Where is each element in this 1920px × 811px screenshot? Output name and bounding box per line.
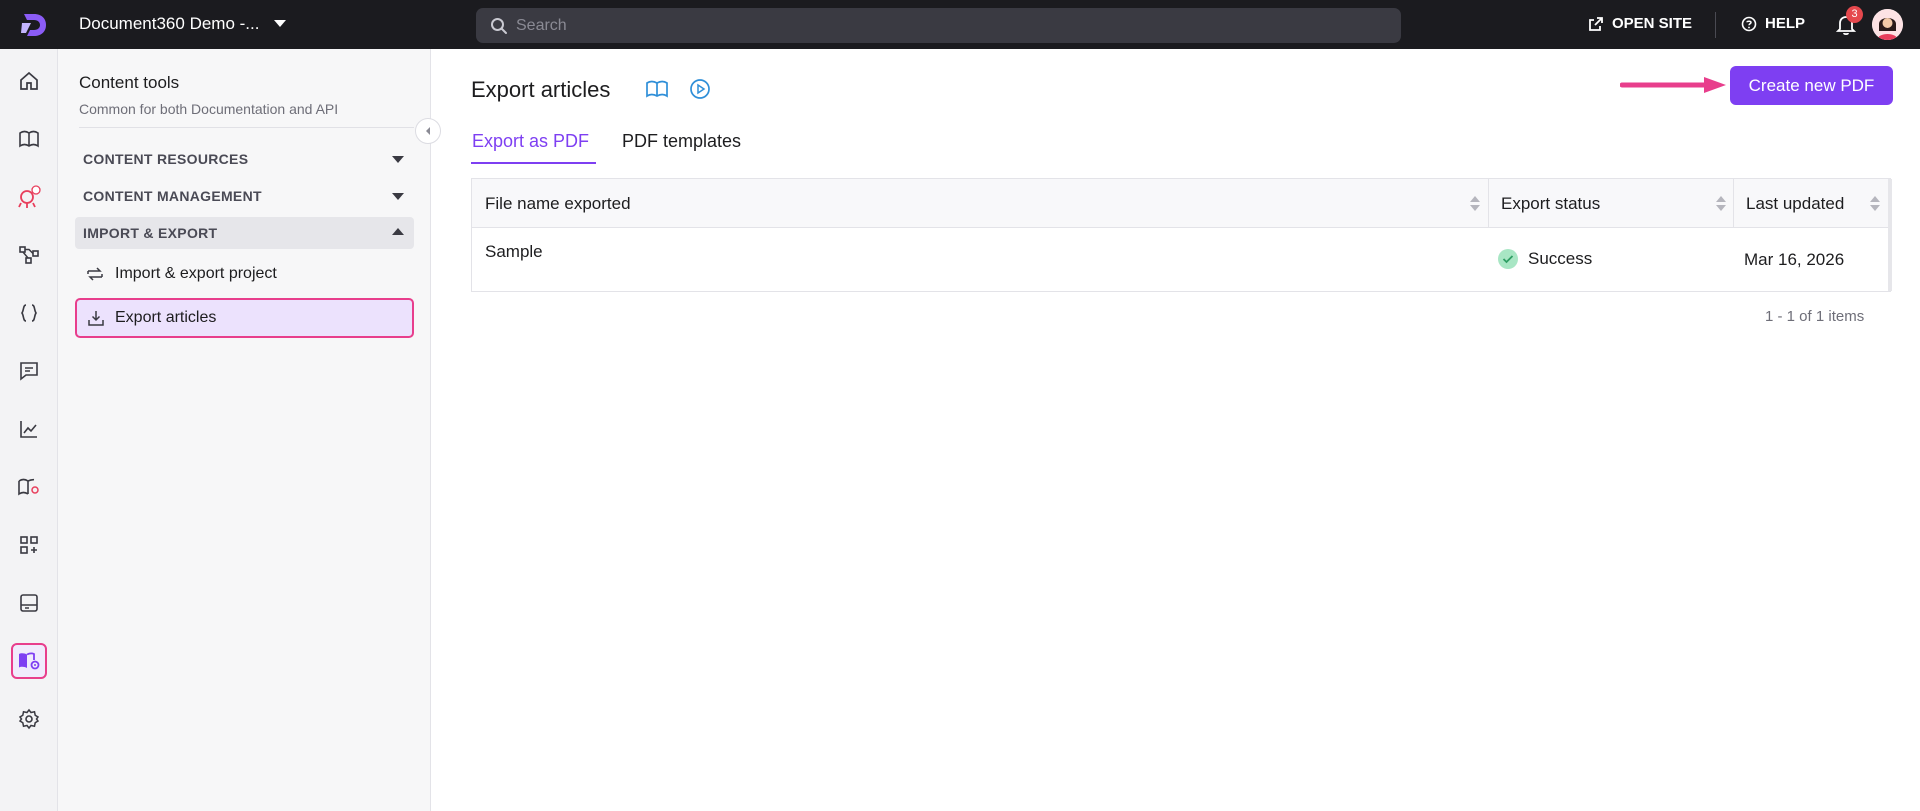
tab-pdf-templates[interactable]: PDF templates — [622, 131, 741, 152]
sidebar-title: Content tools — [79, 73, 180, 92]
project-dropdown-chevron-icon[interactable] — [274, 20, 286, 27]
search-input[interactable] — [516, 8, 1376, 43]
section-import-export[interactable]: IMPORT & EXPORT — [75, 217, 414, 249]
chevron-down-icon — [392, 193, 404, 200]
column-header-export-status[interactable]: Export status — [1501, 179, 1600, 228]
chevron-left-icon — [426, 127, 430, 135]
status-label: Success — [1528, 249, 1593, 268]
content-tools-icon[interactable] — [11, 643, 47, 679]
exports-table: File name exported Export status Last up… — [471, 178, 1892, 292]
icon-rail — [0, 49, 58, 811]
feedback-icon[interactable] — [11, 353, 47, 389]
section-label: CONTENT MANAGEMENT — [83, 188, 262, 204]
analytics-icon[interactable] — [11, 411, 47, 447]
sort-icon[interactable] — [1870, 196, 1880, 212]
book-icon[interactable] — [11, 121, 47, 157]
collapse-sidebar-button[interactable] — [415, 118, 441, 144]
api-icon[interactable] — [11, 295, 47, 331]
knowledge-base-icon[interactable] — [11, 469, 47, 505]
sidebar-divider — [79, 127, 414, 128]
home-icon[interactable] — [11, 63, 47, 99]
import-export-icon — [87, 267, 103, 281]
open-site-button[interactable]: OPEN SITE — [1588, 15, 1692, 32]
cell-export-status: Success — [1498, 249, 1592, 269]
column-header-last-updated[interactable]: Last updated — [1746, 179, 1844, 228]
external-link-icon — [1589, 16, 1603, 31]
sidebar-item-import-export-project[interactable]: Import & export project — [75, 254, 414, 294]
sidebar-item-label: Export articles — [115, 309, 217, 326]
search-icon — [491, 18, 507, 34]
cell-last-updated: Mar 16, 2026 — [1744, 250, 1845, 269]
sidebar-subtitle: Common for both Documentation and API — [79, 101, 339, 117]
open-site-label: OPEN SITE — [1612, 15, 1693, 32]
column-divider — [1733, 179, 1734, 228]
create-new-pdf-button[interactable]: Create new PDF — [1730, 66, 1893, 105]
tab-export-as-pdf[interactable]: Export as PDF — [472, 131, 589, 152]
pointer-arrow-icon — [1619, 76, 1730, 99]
column-header-file-name[interactable]: File name exported — [485, 179, 631, 228]
eddy-ai-icon[interactable] — [11, 179, 47, 215]
cell-file-name: Sample — [485, 242, 543, 261]
chevron-down-icon — [392, 156, 404, 163]
widget-icon[interactable] — [11, 585, 47, 621]
document360-logo-icon[interactable] — [18, 9, 50, 41]
help-button[interactable]: HELP — [1741, 15, 1805, 32]
help-label: HELP — [1765, 15, 1806, 32]
notifications-badge: 3 — [1846, 6, 1863, 23]
content-tools-sidebar: Content tools Common for both Documentat… — [58, 49, 441, 811]
integrations-icon[interactable] — [11, 527, 47, 563]
workflow-icon[interactable] — [11, 237, 47, 273]
active-tab-indicator — [471, 162, 596, 164]
table-header: File name exported Export status Last up… — [472, 179, 1890, 228]
settings-icon[interactable] — [11, 701, 47, 737]
chevron-up-icon — [392, 228, 404, 235]
documentation-book-icon[interactable] — [645, 78, 669, 105]
section-content-management[interactable]: CONTENT MANAGEMENT — [75, 180, 414, 212]
export-icon — [88, 311, 104, 326]
topbar-divider — [1715, 12, 1716, 38]
sidebar-item-label: Import & export project — [115, 265, 277, 282]
project-name[interactable]: Document360 Demo -... — [79, 14, 259, 34]
pagination-info: 1 - 1 of 1 items — [1765, 308, 1865, 325]
video-play-icon[interactable] — [689, 78, 711, 105]
column-divider — [1488, 179, 1489, 228]
section-label: CONTENT RESOURCES — [83, 151, 249, 167]
section-content-resources[interactable]: CONTENT RESOURCES — [75, 143, 414, 175]
help-circle-icon — [1741, 16, 1757, 31]
page-title: Export articles — [471, 77, 611, 102]
search-bar[interactable] — [476, 8, 1401, 43]
sort-icon[interactable] — [1716, 196, 1726, 212]
sidebar-item-export-articles[interactable]: Export articles — [75, 298, 414, 338]
top-bar: Document360 Demo -... OPEN SITE HELP 3 — [0, 0, 1920, 49]
table-scrollbar[interactable] — [1888, 179, 1892, 291]
section-label: IMPORT & EXPORT — [83, 225, 218, 241]
user-avatar[interactable] — [1872, 9, 1903, 40]
sort-icon[interactable] — [1470, 196, 1480, 212]
success-check-icon — [1498, 249, 1518, 269]
